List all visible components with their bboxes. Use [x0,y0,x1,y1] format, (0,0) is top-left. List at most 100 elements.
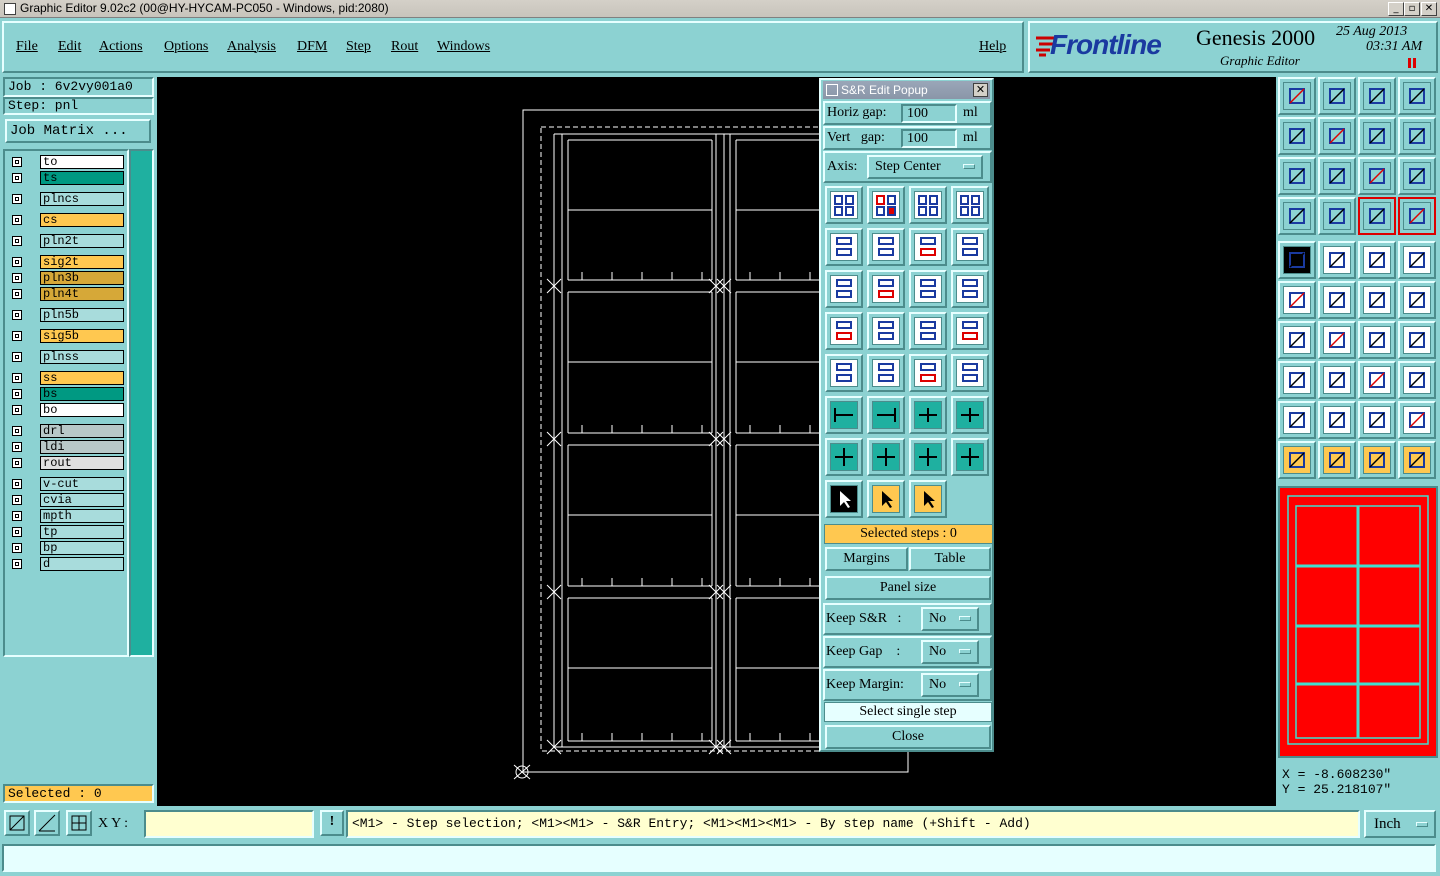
layer-row-to[interactable]: to [8,155,126,169]
layer-checkbox[interactable] [12,173,22,183]
arc-red-icon[interactable] [1398,281,1436,319]
arrow-up-icon[interactable] [909,396,947,434]
mirror-step-icon[interactable] [825,270,863,308]
shrink-v-icon[interactable] [951,438,989,476]
layer-row-bo[interactable]: bo [8,403,126,417]
ruler-icon[interactable] [1358,241,1396,279]
rotate-icon[interactable] [1358,117,1396,155]
align-center-icon[interactable] [867,312,905,350]
expand-h-icon[interactable] [825,438,863,476]
layer-name[interactable]: bs [40,387,124,401]
layer-name[interactable]: pln2t [40,234,124,248]
window-icon[interactable] [1398,77,1436,115]
layer-row-tp[interactable]: tp [8,525,126,539]
maximize-button[interactable]: ▫ [1404,2,1420,16]
layer-row-v-cut[interactable]: v-cut [8,477,126,491]
measure-icon[interactable] [34,810,60,836]
layer-checkbox[interactable] [12,352,22,362]
array-3x3-icon[interactable] [951,186,989,224]
layer-checkbox[interactable] [12,527,22,537]
center-icon[interactable] [1318,157,1356,195]
layer-name[interactable]: sig5b [40,329,124,343]
fit-icon[interactable] [1278,157,1316,195]
menu-analysis[interactable]: Analysis [227,39,276,55]
layer-checkbox[interactable] [12,495,22,505]
select-single-step-button[interactable]: Select single step [824,702,992,722]
layer-row-ldi[interactable]: ldi [8,440,126,454]
layer-row-bp[interactable]: bp [8,541,126,555]
layer-checkbox[interactable] [12,215,22,225]
array-mixed-icon[interactable] [909,186,947,224]
menu-rout[interactable]: Rout [391,39,418,55]
layer-row-ts[interactable]: ts [8,171,126,185]
layer-row-cvia[interactable]: cvia [8,493,126,507]
layer-checkbox[interactable] [12,236,22,246]
layer-row-bs[interactable]: bs [8,387,126,401]
layers-red-icon[interactable] [1358,197,1396,235]
menu-edit[interactable]: Edit [58,39,81,55]
layer-row-sig2t[interactable]: sig2t [8,255,126,269]
layer-checkbox[interactable] [12,426,22,436]
grid-icon[interactable] [66,810,92,836]
select-frame-icon[interactable] [867,480,905,518]
scale-1to2-icon[interactable] [1358,157,1396,195]
layer-name[interactable]: bp [40,541,124,555]
keep-margin-select[interactable]: No [921,673,979,697]
layer-row-pln3b[interactable]: pln3b [8,271,126,285]
layer-row-plnss[interactable]: plnss [8,350,126,364]
layers-red2-icon[interactable] [1398,197,1436,235]
grid-view-icon[interactable] [1318,197,1356,235]
triangle-icon[interactable] [1278,401,1316,439]
redraw-icon[interactable] [1398,117,1436,155]
panel-size-button[interactable]: Panel size [825,576,991,600]
layer-row-rout[interactable]: rout [8,456,126,470]
help-icon[interactable] [1398,157,1436,195]
rotate-step-icon[interactable] [951,270,989,308]
pad-icon[interactable] [1398,241,1436,279]
triangle4-icon[interactable] [1398,401,1436,439]
stack-v-icon[interactable] [825,354,863,392]
arrow-down-icon[interactable] [951,396,989,434]
layer-name[interactable]: plncs [40,192,124,206]
nodes-icon[interactable] [1278,281,1316,319]
layer-row-ss[interactable]: ss [8,371,126,385]
cross-icon[interactable] [1318,281,1356,319]
alert-icon[interactable]: ! [320,810,344,836]
close-button[interactable]: Close [825,725,991,749]
keep-sr-select[interactable]: No [921,607,979,631]
layer-name[interactable]: cs [40,213,124,227]
shrink-h-icon[interactable] [909,438,947,476]
keep-gap-select[interactable]: No [921,640,979,664]
axis-select[interactable]: Step Center [867,155,983,179]
menu-windows[interactable]: Windows [437,39,490,55]
layer-row-pln5b[interactable]: pln5b [8,308,126,322]
layer-row-cs[interactable]: cs [8,213,126,227]
layer-checkbox[interactable] [12,257,22,267]
dash-icon[interactable] [1318,361,1356,399]
pointer-frame-icon[interactable] [1318,441,1356,479]
layer-checkbox[interactable] [12,289,22,299]
menu-dfm[interactable]: DFM [297,39,327,55]
curve-icon[interactable] [1358,321,1396,359]
job-matrix-button[interactable]: Job Matrix ... [5,119,151,143]
layer-row-drl[interactable]: drl [8,424,126,438]
layer-name[interactable]: d [40,557,124,571]
layer-name[interactable]: ts [40,171,124,185]
select-frame2-icon[interactable] [909,480,947,518]
layer-name[interactable]: sig2t [40,255,124,269]
slash-icon[interactable] [1318,321,1356,359]
layer-name[interactable]: to [40,155,124,169]
align-left-icon[interactable] [825,312,863,350]
layer-name[interactable]: tp [40,525,124,539]
layer-checkbox[interactable] [12,310,22,320]
zoom-in-icon[interactable] [1278,117,1316,155]
layer-name[interactable]: ss [40,371,124,385]
menu-help[interactable]: Help [979,39,1006,55]
layer-scrollbar[interactable] [129,149,154,657]
pointer-frame2-icon[interactable] [1358,441,1396,479]
move-step-icon[interactable] [825,228,863,266]
layer-row-sig5b[interactable]: sig5b [8,329,126,343]
layer-checkbox[interactable] [12,442,22,452]
popup-close-icon[interactable]: ✕ [973,83,988,97]
swap-step-icon[interactable] [909,270,947,308]
